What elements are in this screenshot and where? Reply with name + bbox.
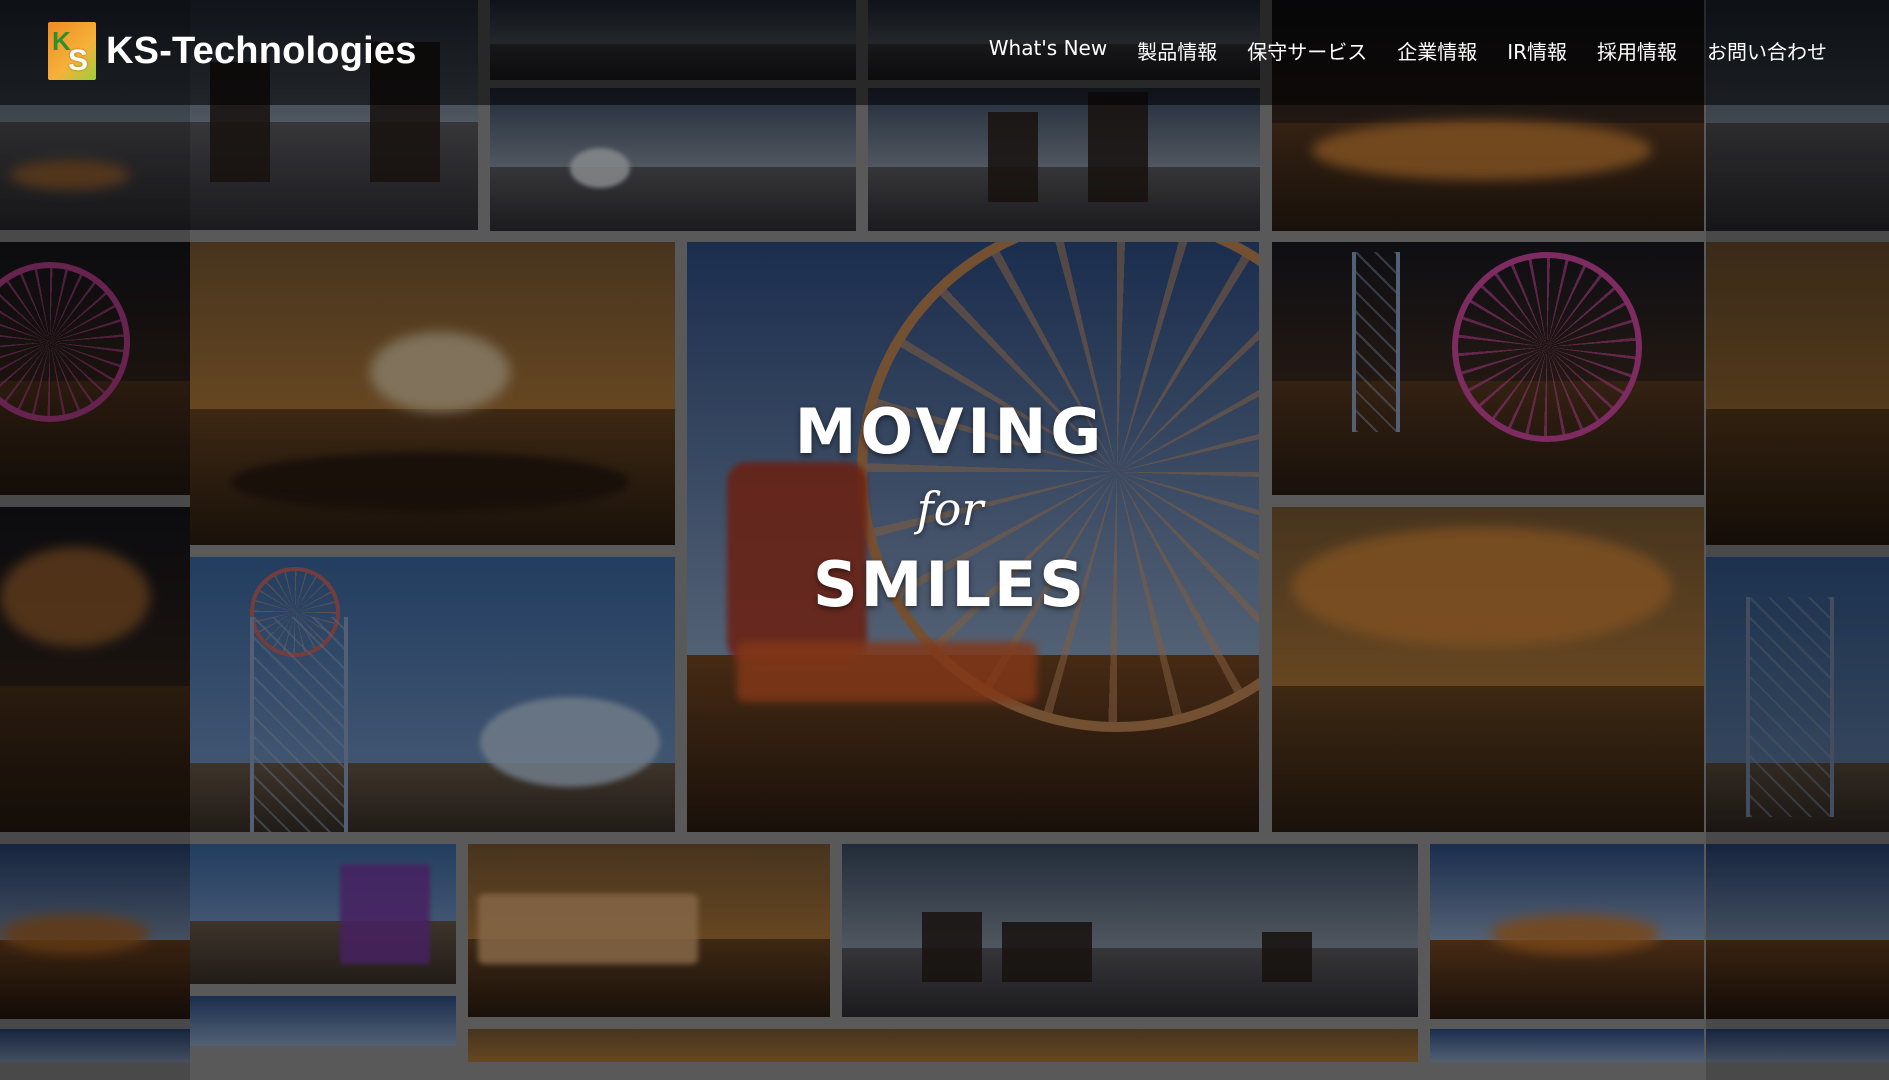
nav-item-careers[interactable]: 採用情報: [1597, 36, 1677, 65]
main-nav: What's New 製品情報 保守サービス 企業情報 IR情報 採用情報 お問…: [989, 36, 1827, 65]
mosaic-photo-light-arcade: [1272, 507, 1704, 832]
mosaic-photo-ferris-wheel-partial: [1430, 1029, 1704, 1080]
hero-word-for: for: [916, 482, 984, 536]
site-header: K S KS-Technologies What's New 製品情報 保守サー…: [0, 0, 1889, 105]
mosaic-photo-tower-day: [190, 557, 675, 832]
mosaic-side-shade-left: [0, 0, 190, 1080]
hero-tagline: MOVING for SMILES: [690, 395, 1210, 621]
nav-item-maintenance[interactable]: 保守サービス: [1247, 36, 1367, 65]
ks-logo-icon: K S: [48, 22, 96, 80]
mosaic-photo-ferris-wheel-night: [1272, 242, 1704, 495]
nav-item-company[interactable]: 企業情報: [1397, 36, 1477, 65]
mosaic-photo-signage: [468, 844, 830, 1017]
nav-item-contact[interactable]: お問い合わせ: [1707, 36, 1827, 65]
mosaic-photo-market-hall: [190, 242, 675, 545]
nav-item-products[interactable]: 製品情報: [1137, 36, 1217, 65]
mosaic-photo-city-plaza: [490, 88, 856, 231]
mosaic-side-shade-right: [1706, 0, 1889, 1080]
mosaic-photo-tower-partial: [190, 996, 456, 1080]
brand-name: KS-Technologies: [106, 29, 417, 72]
hero-word-moving: MOVING: [794, 395, 1106, 468]
mosaic-photo-amusement-arch: [1430, 844, 1704, 1019]
nav-item-ir[interactable]: IR情報: [1507, 36, 1567, 65]
brand-logo[interactable]: K S KS-Technologies: [48, 22, 417, 80]
hero-stage: K S KS-Technologies What's New 製品情報 保守サー…: [0, 0, 1889, 1080]
mosaic-photo-tower-purple: [190, 844, 456, 984]
nav-item-whats-new[interactable]: What's New: [989, 36, 1107, 65]
hero-word-smiles: SMILES: [813, 548, 1087, 621]
mosaic-photo-city-skyline: [868, 88, 1260, 231]
mosaic-photo-park-partial: [468, 1029, 1418, 1080]
mosaic-photo-city-skyline: [842, 844, 1418, 1017]
